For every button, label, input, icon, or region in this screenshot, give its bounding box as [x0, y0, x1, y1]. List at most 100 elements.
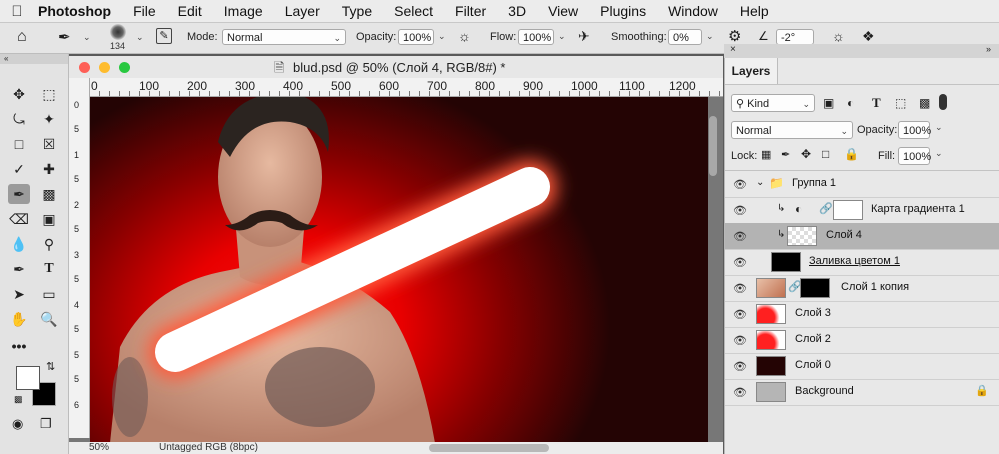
healing-brush-icon[interactable]: ✚ — [38, 159, 60, 179]
adjustment-filter-icon[interactable]: ◐ — [847, 96, 854, 110]
panel-collapse-icon[interactable]: « — [0, 54, 68, 64]
home-icon[interactable]: ⌂ — [17, 28, 27, 46]
menu-photoshop[interactable]: Photoshop — [34, 3, 122, 19]
brush-tool-icon[interactable]: ✒ — [8, 184, 30, 204]
menu-edit[interactable]: Edit — [167, 3, 213, 19]
minimize-window-button[interactable] — [99, 62, 110, 73]
mask-thumbnail[interactable] — [833, 200, 863, 220]
layer-thumbnail[interactable] — [756, 330, 786, 350]
foreground-color-swatch-top[interactable] — [16, 366, 40, 390]
chevron-down-icon[interactable]: ⌄ — [558, 31, 566, 42]
brush-preset-icon[interactable] — [110, 24, 126, 40]
filter-toggle[interactable] — [939, 94, 947, 110]
fill-input[interactable]: 100% — [898, 147, 931, 165]
type-tool-icon[interactable]: T — [38, 259, 60, 279]
menu-view[interactable]: View — [537, 3, 589, 19]
layer-row[interactable]: 👁 Слой 3 — [725, 301, 999, 328]
swap-colors-icon[interactable]: ⇅ — [46, 360, 55, 373]
visibility-eye-icon[interactable]: 👁 — [733, 334, 747, 347]
smoothing-input[interactable]: 0% — [668, 29, 702, 45]
layer-thumbnail[interactable] — [756, 356, 786, 376]
rectangle-tool-icon[interactable]: ▭ — [38, 284, 60, 304]
airbrush-icon[interactable]: ✈ — [578, 28, 590, 45]
brush-tool-icon[interactable]: ✒ — [58, 28, 71, 46]
menu-layer[interactable]: Layer — [274, 3, 331, 19]
link-icon[interactable]: 🔗 — [819, 202, 833, 215]
layer-row[interactable]: 👁 ↳ ◐ 🔗 Карта градиента 1 — [725, 197, 999, 224]
chevron-down-icon[interactable]: ⌄ — [935, 122, 943, 133]
image-canvas[interactable] — [90, 97, 708, 443]
chevron-down-icon[interactable]: ⌄ — [136, 32, 144, 43]
zoom-window-button[interactable] — [119, 62, 130, 73]
dodge-tool-icon[interactable]: ⚲ — [38, 234, 60, 254]
hand-tool-icon[interactable]: ✋ — [8, 309, 30, 329]
gradient-tool-icon[interactable]: ▣ — [38, 209, 60, 229]
more-tools-icon[interactable]: ••• — [8, 336, 30, 356]
zoom-level[interactable]: 50% — [89, 442, 109, 453]
close-icon[interactable]: × — [730, 44, 736, 55]
vertical-scrollbar[interactable] — [709, 116, 717, 176]
stamp-tool-icon[interactable]: ▩ — [38, 184, 60, 204]
menu-3d[interactable]: 3D — [497, 3, 537, 19]
menu-file[interactable]: File — [122, 3, 167, 19]
menu-image[interactable]: Image — [213, 3, 274, 19]
chevron-down-icon[interactable]: ⌄ — [935, 148, 943, 159]
visibility-eye-icon[interactable]: 👁 — [733, 204, 747, 217]
layer-row[interactable]: 👁 Background 🔒 — [725, 379, 999, 406]
mask-thumbnail[interactable] — [800, 278, 830, 298]
marquee-tool-icon[interactable]: ⬚ — [38, 84, 60, 104]
menu-filter[interactable]: Filter — [444, 3, 497, 19]
layers-tab[interactable]: Layers — [725, 58, 778, 84]
quick-mask-icon[interactable]: ◉ — [12, 416, 23, 432]
lasso-tool-icon[interactable]: ⤿ — [8, 109, 30, 129]
collapse-icon[interactable]: » — [986, 44, 991, 54]
mode-select[interactable]: Normal ⌄ — [222, 29, 346, 45]
layer-opacity-input[interactable]: 100% — [898, 121, 931, 139]
layer-row[interactable]: 👁 Слой 2 — [725, 327, 999, 354]
lock-position-icon[interactable]: ✥ — [801, 147, 811, 161]
menu-help[interactable]: Help — [729, 3, 780, 19]
layer-row[interactable]: 👁 ↳ Слой 4 — [725, 223, 999, 250]
visibility-eye-icon[interactable]: 👁 — [733, 256, 747, 269]
menu-plugins[interactable]: Plugins — [589, 3, 657, 19]
horizontal-ruler[interactable]: 0 100 200 300 400 500 600 700 800 900 10… — [89, 78, 723, 97]
brush-settings-icon[interactable]: ✎ — [156, 28, 172, 44]
visibility-eye-icon[interactable]: 👁 — [733, 308, 747, 321]
menu-type[interactable]: Type — [331, 3, 383, 19]
visibility-eye-icon[interactable]: 👁 — [733, 386, 747, 399]
layer-row[interactable]: 👁 ⌄ 📁 Группа 1 — [725, 171, 999, 198]
eyedropper-icon[interactable]: ✓ — [8, 159, 30, 179]
pressure-opacity-icon[interactable]: ☼ — [458, 28, 471, 44]
blur-tool-icon[interactable]: 💧 — [8, 234, 30, 254]
opacity-input[interactable]: 100% — [398, 29, 434, 45]
apple-icon[interactable]:  — [0, 3, 34, 20]
angle-input[interactable]: -2° — [776, 29, 814, 45]
path-select-icon[interactable]: ➤ — [8, 284, 30, 304]
chevron-down-icon[interactable]: ⌄ — [706, 31, 714, 42]
magic-wand-icon[interactable]: ✦ — [38, 109, 60, 129]
layer-thumbnail[interactable] — [756, 278, 786, 298]
layer-filter-select[interactable]: ⚲ Kind ⌄ — [731, 94, 815, 112]
pen-tool-icon[interactable]: ✒ — [8, 259, 30, 279]
lock-pixels-icon[interactable]: ✒ — [781, 148, 790, 161]
horizontal-scrollbar[interactable] — [429, 444, 549, 452]
gear-icon[interactable]: ⚙ — [728, 27, 741, 45]
symmetry-icon[interactable]: ❖ — [862, 28, 875, 45]
visibility-eye-icon[interactable]: 👁 — [733, 230, 747, 243]
pressure-size-icon[interactable]: ☼ — [832, 28, 845, 44]
lock-icon[interactable]: 🔒 — [975, 384, 989, 397]
menu-select[interactable]: Select — [383, 3, 444, 19]
layer-row[interactable]: 👁 🔗 Слой 1 копия — [725, 275, 999, 302]
move-tool-icon[interactable]: ✥ — [8, 84, 30, 104]
visibility-eye-icon[interactable]: 👁 — [733, 282, 747, 295]
layer-thumbnail[interactable] — [787, 226, 817, 246]
visibility-eye-icon[interactable]: 👁 — [733, 178, 747, 191]
screen-mode-icon[interactable]: ❐ — [40, 416, 52, 432]
chevron-down-icon[interactable]: ⌄ — [438, 31, 446, 42]
blend-mode-select[interactable]: Normal ⌄ — [731, 121, 853, 139]
crop-tool-icon[interactable]: □ — [8, 134, 30, 154]
flow-input[interactable]: 100% — [518, 29, 554, 45]
eraser-icon[interactable]: ⌫ — [8, 209, 30, 229]
chevron-down-icon[interactable]: ⌄ — [83, 32, 91, 43]
fill-thumbnail[interactable] — [771, 252, 801, 272]
